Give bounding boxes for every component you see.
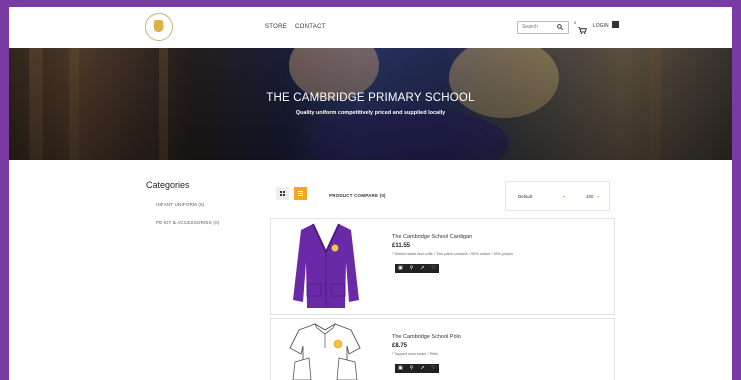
heart-icon[interactable]: ♡ [428, 264, 439, 273]
compare-icon[interactable]: ➚ [417, 264, 428, 273]
zoom-icon[interactable]: ⚲ [406, 264, 417, 273]
cart-icon[interactable] [578, 21, 587, 34]
cart-add-icon[interactable]: ▣ [395, 264, 406, 273]
grid-view-icon [280, 191, 285, 196]
chevron-down-icon[interactable]: ▾ [597, 194, 599, 199]
chevron-down-icon[interactable]: ▾ [563, 194, 565, 199]
product-actions: ▣ ⚲ ➚ ♡ [395, 364, 439, 373]
list-view-button[interactable] [294, 187, 307, 200]
product-name[interactable]: The Cambridge School Cardigan [392, 234, 472, 240]
search-input[interactable] [522, 23, 552, 31]
site-header: STORE CONTACT 0 LOGIN [9, 7, 732, 48]
product-card: The Cambridge School Cardigan £11.55 * R… [270, 218, 615, 315]
search-icon[interactable] [557, 24, 564, 33]
hero-banner: THE CAMBRIDGE PRIMARY SCHOOL Quality uni… [9, 48, 732, 160]
compare-icon[interactable]: ➚ [417, 364, 428, 373]
sort-select[interactable]: Default [518, 194, 532, 199]
product-price: £8.75 [392, 343, 408, 349]
limit-select[interactable]: 100 [586, 194, 594, 199]
user-icon[interactable] [612, 21, 619, 34]
grid-view-button[interactable] [276, 187, 289, 200]
cart-count: 0 [574, 20, 577, 25]
zoom-icon[interactable]: ⚲ [406, 364, 417, 373]
search-box [517, 21, 569, 34]
hero-title: THE CAMBRIDGE PRIMARY SCHOOL [266, 92, 475, 104]
categories-title: Categories [146, 180, 190, 190]
login-link[interactable]: LOGIN [593, 23, 609, 29]
product-card: The Cambridge School Polo £8.75 * Tapped… [270, 318, 615, 380]
category-infant-uniform[interactable]: INFANT UNIFORM (5) [156, 202, 205, 207]
product-compare-link[interactable]: PRODUCT COMPARE (0) [329, 193, 386, 198]
school-logo[interactable] [145, 13, 173, 41]
product-price: £11.55 [392, 243, 411, 249]
list-view-icon [298, 191, 303, 196]
hero-subtitle: Quality uniform competitively priced and… [295, 110, 446, 116]
product-name[interactable]: The Cambridge School Polo [392, 334, 461, 340]
product-actions: ▣ ⚲ ➚ ♡ [395, 264, 439, 273]
category-pe-kit[interactable]: PE KIT & ACCESSORIES (0) [156, 220, 220, 225]
nav-store[interactable]: STORE [265, 24, 287, 30]
product-description: * Ribbed waist and cuffs * Two patch poc… [392, 252, 514, 256]
page-frame: STORE CONTACT 0 LOGIN THE CAMBRIDGE PRIM… [9, 7, 732, 380]
cardigan-image[interactable] [291, 222, 361, 310]
heart-icon[interactable]: ♡ [428, 364, 439, 373]
main-nav: STORE CONTACT [265, 24, 332, 30]
polo-image[interactable] [289, 322, 361, 380]
product-description: * Tapped neck seam * Ribb [392, 352, 438, 356]
sort-controls: Default ▾ 100 ▾ [505, 181, 610, 211]
cart-add-icon[interactable]: ▣ [395, 364, 406, 373]
nav-contact[interactable]: CONTACT [295, 24, 326, 30]
